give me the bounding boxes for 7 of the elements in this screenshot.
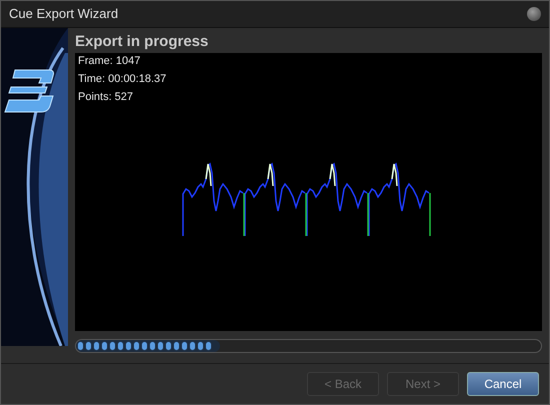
close-button[interactable] [527,7,541,21]
wizard-button[interactable]: Cancel [467,372,539,396]
stat-text: Frame: 1047 [78,54,142,69]
stat-text: Time: 00:00:18.37 [78,72,168,87]
page-heading: Export in progress [75,32,210,52]
stat-text: Points: 527 [78,90,134,105]
window-title: Cue Export Wizard [9,5,118,24]
